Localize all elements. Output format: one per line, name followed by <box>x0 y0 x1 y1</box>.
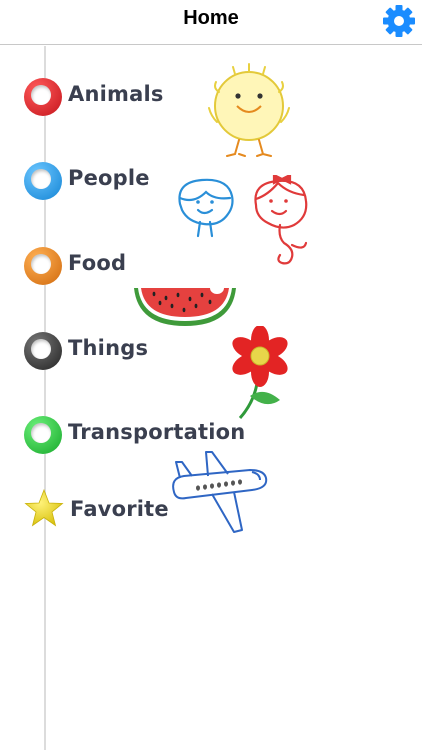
category-label: Food <box>68 251 127 275</box>
watermelon-drawing <box>134 288 236 326</box>
blue-ring-icon <box>24 162 62 200</box>
red-ring-icon <box>24 78 62 116</box>
category-label: Animals <box>68 82 164 106</box>
flower-drawing <box>232 326 288 419</box>
orange-ring-icon <box>24 247 62 285</box>
timeline-line <box>44 46 46 750</box>
gear-icon <box>383 5 415 37</box>
girl-drawing <box>254 175 308 265</box>
boy-face-drawing <box>178 178 234 238</box>
settings-button[interactable] <box>382 4 416 38</box>
airplane-drawing <box>172 451 268 533</box>
black-ring-icon <box>24 332 62 370</box>
navigation-bar: Home <box>0 0 422 45</box>
page-title: Home <box>183 7 239 29</box>
category-label: Favorite <box>70 497 169 521</box>
green-ring-icon <box>24 416 62 454</box>
category-label: People <box>68 166 150 190</box>
chick-drawing <box>208 63 290 157</box>
category-label: Transportation <box>68 420 246 444</box>
category-label: Things <box>68 336 149 360</box>
star-icon <box>24 488 64 527</box>
